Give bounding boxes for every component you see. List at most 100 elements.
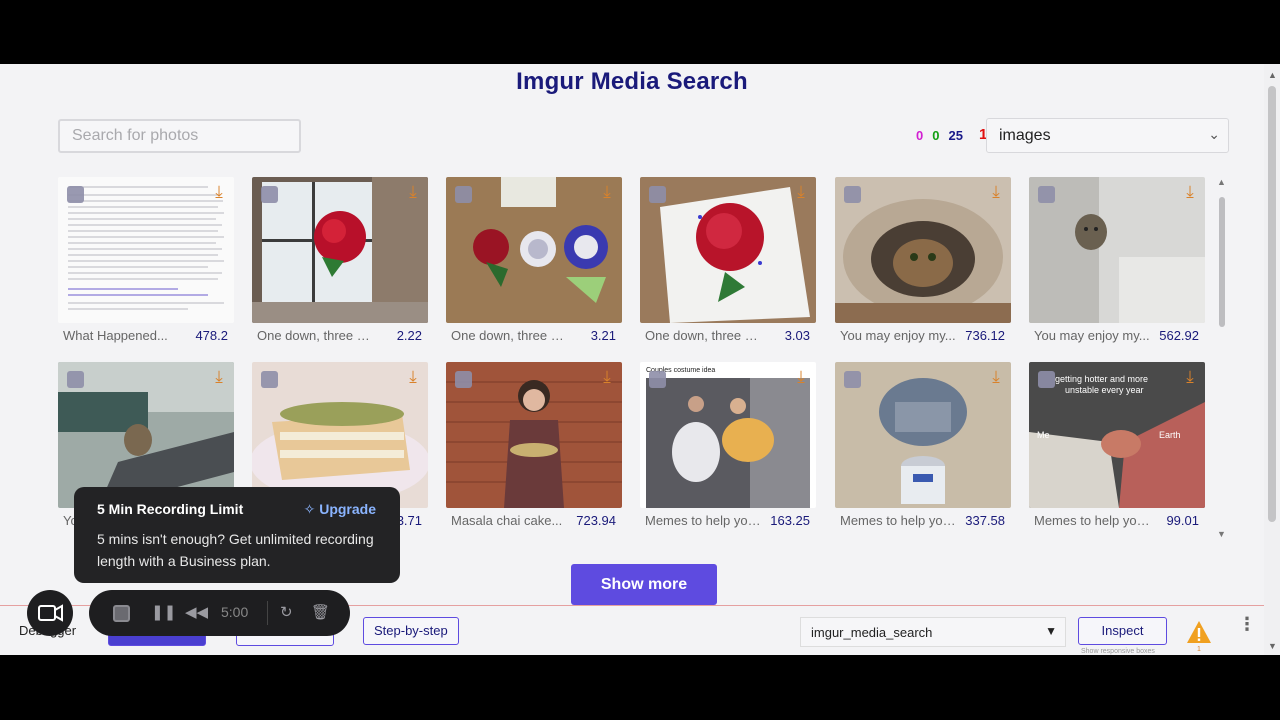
result-caption: Memes to help you...	[645, 513, 761, 528]
result-size: 478.2	[195, 328, 228, 343]
glass-roses-on-table-image	[446, 177, 622, 323]
download-icon[interactable]: ⤓	[598, 183, 616, 201]
download-icon[interactable]: ⤓	[404, 368, 422, 386]
download-icon[interactable]: ⤓	[210, 183, 228, 201]
result-counters: 0 0 25	[916, 128, 963, 143]
warning-icon[interactable]	[1186, 619, 1212, 645]
result-caption: Memes to help you...	[840, 513, 956, 528]
result-thumbnail[interactable]: getting hotter and more unstable every ye…	[1029, 362, 1205, 508]
download-icon[interactable]: ⤓	[987, 183, 1005, 201]
result-caption: What Happened...	[63, 328, 168, 343]
page-scroll-up-icon[interactable]: ▲	[1268, 70, 1277, 80]
recording-limit-tooltip: 5 Min Recording Limit ✧ Upgrade 5 mins i…	[74, 487, 400, 583]
video-camera-icon	[38, 604, 63, 622]
meme-left-label: Me	[1037, 430, 1050, 440]
result-thumbnail[interactable]: ⤓	[252, 177, 428, 323]
select-checkbox[interactable]	[455, 186, 472, 203]
page-scroll-down-icon[interactable]: ▼	[1268, 641, 1277, 651]
step-by-step-button[interactable]: Step-by-step	[363, 617, 459, 645]
result-size: 2.22	[396, 328, 422, 343]
document-thumbnail-image	[58, 177, 234, 323]
select-checkbox[interactable]	[67, 371, 84, 388]
camera-toggle-button[interactable]	[27, 590, 73, 636]
env-select[interactable]: imgur_media_search ▼	[800, 617, 1066, 647]
meme-right-label: Earth	[1159, 430, 1181, 440]
select-checkbox[interactable]	[649, 186, 666, 203]
page-scroll-thumb[interactable]	[1268, 86, 1276, 522]
download-icon[interactable]: ⤓	[1181, 183, 1199, 201]
counter-a: 0	[916, 128, 924, 143]
result-thumbnail[interactable]: ⤓	[835, 177, 1011, 323]
result-size: 736.12	[965, 328, 1005, 343]
result-size: 3.71	[396, 513, 422, 528]
stained-glass-rose-window-image	[252, 177, 428, 323]
sparkle-icon: ✧	[303, 501, 320, 517]
result-thumbnail[interactable]: Couples costume idea ⤓	[640, 362, 816, 508]
download-icon[interactable]: ⤓	[792, 183, 810, 201]
page-scrollbar[interactable]: ▲ ▼	[1264, 64, 1280, 655]
result-caption: One down, three to...	[257, 328, 373, 343]
download-icon[interactable]: ⤓	[1181, 368, 1199, 386]
chevron-down-icon: ⌄	[1208, 126, 1220, 142]
result-thumbnail[interactable]: ⤓	[640, 177, 816, 323]
select-checkbox[interactable]	[844, 186, 861, 203]
counter-b: 0	[932, 128, 940, 143]
download-icon[interactable]: ⤓	[598, 368, 616, 386]
select-checkbox[interactable]	[1038, 186, 1055, 203]
upgrade-link[interactable]: ✧ Upgrade	[304, 501, 376, 518]
select-checkbox[interactable]	[67, 186, 84, 203]
handshake-meme-image: getting hotter and more unstable every ye…	[1029, 362, 1205, 508]
results-scrollbar[interactable]: ▲ ▼	[1215, 177, 1227, 539]
result-thumbnail[interactable]: ⤓	[58, 177, 234, 323]
result-caption: One down, three to...	[451, 328, 567, 343]
stop-recording-button[interactable]	[113, 605, 130, 622]
scroll-up-icon[interactable]: ▲	[1217, 177, 1226, 187]
scroll-thumb[interactable]	[1219, 197, 1225, 327]
upgrade-label: Upgrade	[319, 501, 376, 517]
trash-icon[interactable]: 🗑	[311, 603, 330, 621]
glass-rose-on-paper-image	[640, 177, 816, 323]
result-thumbnail[interactable]: ⤓	[1029, 177, 1205, 323]
download-icon[interactable]: ⤓	[404, 183, 422, 201]
recording-timer: 5:00	[221, 604, 249, 620]
download-icon[interactable]: ⤓	[210, 368, 228, 386]
result-caption: You may enjoy my...	[840, 328, 956, 343]
cat-by-wall-image	[1029, 177, 1205, 323]
result-thumbnail[interactable]: ⤓	[446, 362, 622, 508]
result-size: 3.03	[784, 328, 810, 343]
result-size: 163.25	[770, 513, 810, 528]
env-select-value: imgur_media_search	[811, 625, 933, 640]
restart-icon[interactable]: ↻	[280, 603, 293, 621]
media-type-select[interactable]: images ⌄	[986, 118, 1229, 153]
select-checkbox[interactable]	[261, 186, 278, 203]
show-more-button[interactable]: Show more	[571, 564, 717, 605]
warning-count: 1	[1197, 646, 1201, 653]
select-checkbox[interactable]	[1038, 371, 1055, 388]
result-thumbnail[interactable]: ⤓	[835, 362, 1011, 508]
select-checkbox[interactable]	[844, 371, 861, 388]
select-checkbox[interactable]	[649, 371, 666, 388]
more-options-icon[interactable]: ⋮	[1238, 615, 1256, 633]
scroll-down-icon[interactable]: ▼	[1217, 529, 1226, 539]
search-input[interactable]	[58, 119, 301, 153]
inspect-button[interactable]: Inspect	[1078, 617, 1167, 645]
pause-icon[interactable]: ❚❚	[151, 603, 176, 621]
rewind-icon[interactable]: ◀◀	[185, 603, 208, 621]
tooltip-title: 5 Min Recording Limit	[97, 501, 244, 517]
select-checkbox[interactable]	[455, 371, 472, 388]
result-size: 3.21	[590, 328, 616, 343]
cat-in-basket-image	[835, 177, 1011, 323]
counter-c: 25	[948, 128, 963, 143]
select-checkbox[interactable]	[261, 371, 278, 388]
download-icon[interactable]: ⤓	[792, 368, 810, 386]
dropdown-arrow-icon: ▼	[1045, 624, 1057, 638]
result-size: 337.58	[965, 513, 1005, 528]
download-icon[interactable]: ⤓	[987, 368, 1005, 386]
result-caption: One down, three to...	[645, 328, 761, 343]
result-thumbnail[interactable]: ⤓	[446, 177, 622, 323]
result-caption: Memes to help you...	[1034, 513, 1150, 528]
divider	[267, 601, 268, 625]
page-title: Imgur Media Search	[516, 68, 748, 95]
result-caption: You may enjoy my...	[1034, 328, 1150, 343]
robot-in-tunnel-image	[835, 362, 1011, 508]
